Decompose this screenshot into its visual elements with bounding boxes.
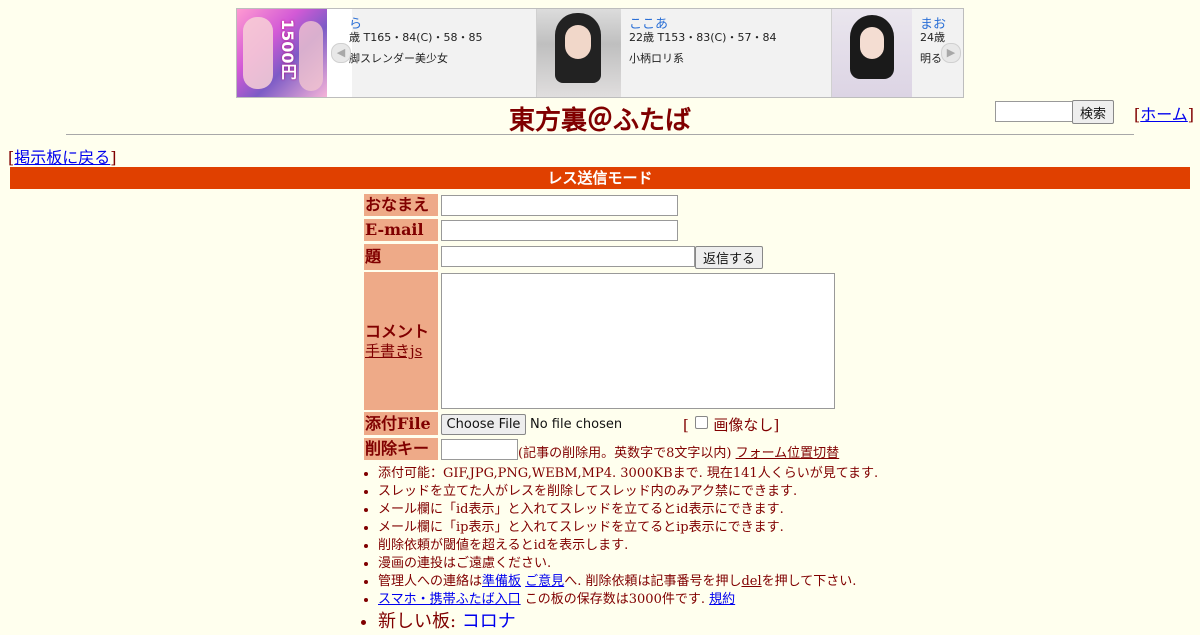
terms-link[interactable]: 規約 bbox=[709, 592, 735, 607]
delete-key-note: (記事の削除用。英数字で8文字以内) bbox=[518, 446, 732, 461]
list-item: 漫画の連投はご遠慮ください. bbox=[378, 555, 938, 573]
search-input[interactable] bbox=[995, 101, 1073, 122]
photo-face bbox=[860, 27, 884, 59]
banner-next-arrow-icon[interactable]: ▶ bbox=[941, 43, 961, 63]
promo-image[interactable]: 1500円 bbox=[237, 9, 327, 97]
ad-banner[interactable]: 1500円 ら 歳 T165・84(C)・58・85 脚スレンダー美少女 ここあ… bbox=[236, 8, 964, 98]
feedback-link[interactable]: ご意見 bbox=[525, 574, 564, 589]
home-link[interactable]: ホーム bbox=[1140, 105, 1188, 124]
banner-prev-arrow-icon[interactable]: ◀ bbox=[331, 43, 351, 63]
del-link[interactable]: del bbox=[741, 574, 761, 589]
reply-mode-banner: レス送信モード bbox=[10, 167, 1190, 189]
comment-label-cell: コメント 手書きjs bbox=[364, 272, 438, 410]
back-link-wrap: [掲示板に戻る] bbox=[8, 148, 117, 167]
email-input[interactable] bbox=[441, 220, 678, 241]
no-image-option: [ 画像なし] bbox=[683, 416, 780, 434]
list-item: メール欄に「ip表示」と入れてスレッドを立てるとip表示にできます. bbox=[378, 519, 938, 537]
banner-card-desc: 脚スレンダー美少女 bbox=[349, 52, 448, 65]
no-image-label: 画像なし bbox=[713, 416, 774, 434]
no-file-chosen-text: No file chosen bbox=[530, 417, 623, 432]
list-item: スマホ・携帯ふたば入口 この板の保存数は3000件です. 規約 bbox=[378, 591, 938, 609]
banner-card-partial[interactable]: ら 歳 T165・84(C)・58・85 脚スレンダー美少女 bbox=[327, 9, 535, 97]
subject-label: 題 名 bbox=[364, 244, 438, 292]
list-item: 新しい板: コロナ bbox=[378, 609, 938, 635]
name-label: おなまえ bbox=[364, 194, 438, 216]
list-item: スレッドを立てた人がレスを削除してスレッド内のみアク禁にできます. bbox=[378, 483, 938, 501]
banner-card-photo[interactable] bbox=[832, 9, 912, 97]
delete-key-label: 削除キー bbox=[364, 438, 438, 460]
list-item: 添付可能：GIF,JPG,PNG,WEBM,MP4. 3000KBまで. 現在1… bbox=[378, 465, 938, 483]
junbi-board-link[interactable]: 準備板 bbox=[482, 574, 521, 589]
contact-text-mid: へ. 削除依頼は記事番号を押し bbox=[564, 574, 742, 589]
search-button[interactable]: 検索 bbox=[1072, 100, 1114, 124]
email-label: E-mail bbox=[364, 219, 438, 241]
handwrite-js-link[interactable]: 手書きjs bbox=[365, 340, 422, 361]
banner-card-photo[interactable] bbox=[537, 9, 621, 97]
list-item: メール欄に「id表示」と入れてスレッドを立てるとid表示にできます. bbox=[378, 501, 938, 519]
banner-card-desc: 小柄ロリ系 bbox=[629, 52, 684, 65]
comment-label: コメント bbox=[365, 322, 430, 341]
save-count-text: この板の保存数は3000件です. bbox=[520, 592, 705, 607]
file-label: 添付File bbox=[364, 412, 438, 435]
contact-text-pre: 管理人への連絡は bbox=[378, 574, 483, 589]
mobile-entry-link[interactable]: スマホ・携帯ふたば入口 bbox=[378, 592, 521, 607]
subject-input[interactable] bbox=[441, 246, 695, 267]
banner-card[interactable]: ここあ 22歳 T153・83(C)・57・84 小柄ロリ系 bbox=[536, 9, 832, 97]
rules-list: 添付可能：GIF,JPG,PNG,WEBM,MP4. 3000KBまで. 現在1… bbox=[364, 465, 938, 635]
new-board-link[interactable]: コロナ bbox=[462, 611, 516, 632]
list-item: 管理人への連絡は準備板 ご意見へ. 削除依頼は記事番号を押しdelを押して下さい… bbox=[378, 573, 938, 591]
home-link-wrap: [ホーム] bbox=[1134, 105, 1195, 124]
contact-text-post: を押して下さい. bbox=[761, 574, 857, 589]
name-input[interactable] bbox=[441, 195, 678, 216]
form-position-toggle-link[interactable]: フォーム位置切替 bbox=[736, 446, 840, 461]
promo-figure-left bbox=[243, 17, 273, 89]
promo-figure-right bbox=[299, 21, 323, 91]
delete-key-note-wrap: (記事の削除用。英数字で8文字以内) フォーム位置切替 bbox=[518, 442, 839, 461]
promo-text: 1500円 bbox=[278, 19, 297, 80]
list-item: 削除依頼が閾値を超えるとidを表示します. bbox=[378, 537, 938, 555]
new-board-label: 新しい板: bbox=[378, 611, 462, 632]
banner-card-stats: 24歳 bbox=[920, 31, 945, 44]
banner-card-stats: 歳 T165・84(C)・58・85 bbox=[349, 31, 483, 44]
submit-reply-button[interactable]: 返信する bbox=[695, 246, 763, 269]
banner-card-stats: 22歳 T153・83(C)・57・84 bbox=[629, 31, 777, 44]
choose-file-button[interactable]: Choose File bbox=[441, 414, 526, 435]
title-divider bbox=[66, 134, 1134, 135]
banner-card-desc: 明る bbox=[920, 52, 942, 65]
back-to-board-link[interactable]: 掲示板に戻る bbox=[14, 148, 110, 167]
no-image-checkbox[interactable] bbox=[694, 416, 708, 429]
photo-face bbox=[565, 25, 591, 59]
delete-key-input[interactable] bbox=[441, 439, 518, 460]
comment-textarea[interactable] bbox=[441, 273, 835, 409]
